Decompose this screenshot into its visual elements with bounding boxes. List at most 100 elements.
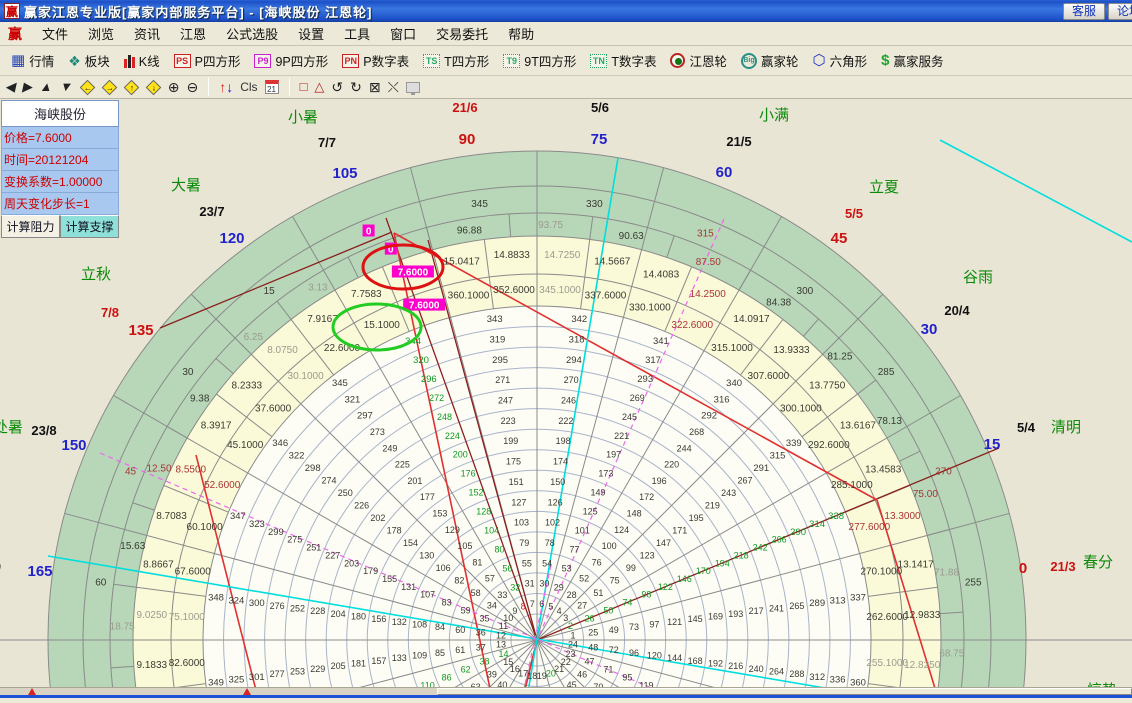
calc-resistance-button[interactable]: 计算阻力: [1, 215, 60, 238]
winner-wheel-button[interactable]: Big赢家轮: [734, 49, 806, 72]
shift-right-icon[interactable]: →: [101, 79, 117, 95]
svg-text:76: 76: [592, 557, 602, 567]
svg-text:300: 300: [797, 286, 814, 297]
svg-text:108: 108: [412, 620, 427, 630]
svg-text:15.1000: 15.1000: [364, 320, 401, 331]
svg-text:23/7: 23/7: [199, 204, 224, 219]
svg-text:6.25: 6.25: [244, 332, 264, 343]
svg-text:7/7: 7/7: [318, 135, 336, 150]
svg-text:325: 325: [228, 675, 244, 686]
customer-service-button[interactable]: 客服: [1063, 3, 1105, 20]
scroll-marker-icon: [243, 688, 251, 695]
t-square-button[interactable]: TST四方形: [416, 49, 496, 72]
svg-text:75.1000: 75.1000: [169, 612, 206, 623]
svg-text:128: 128: [476, 507, 491, 517]
svg-text:147: 147: [656, 538, 671, 548]
stock-name: 海峡股份: [1, 100, 119, 127]
square-draw-icon[interactable]: □: [300, 78, 308, 96]
svg-text:295: 295: [492, 355, 508, 366]
svg-text:153: 153: [432, 509, 447, 519]
monitor-icon[interactable]: [406, 82, 420, 93]
cls-button[interactable]: Cls: [240, 78, 257, 96]
svg-text:169: 169: [708, 612, 723, 622]
menu-gann[interactable]: 江恩: [170, 21, 216, 46]
svg-text:200: 200: [453, 450, 468, 460]
svg-text:121: 121: [667, 617, 682, 627]
svg-text:14.0917: 14.0917: [733, 314, 770, 325]
svg-text:90: 90: [459, 131, 476, 148]
menu-settings[interactable]: 设置: [288, 21, 334, 46]
updown-arrows-icon[interactable]: ↑↓: [219, 78, 233, 96]
svg-text:47: 47: [584, 657, 594, 667]
calendar-icon[interactable]: 21: [265, 80, 279, 94]
svg-text:14.4083: 14.4083: [643, 270, 680, 281]
svg-text:124: 124: [614, 525, 629, 535]
horizontal-scrollbar[interactable]: [0, 687, 1132, 695]
zoom-in-icon[interactable]: ⊕: [168, 78, 180, 96]
svg-text:340: 340: [726, 378, 742, 389]
menu-trade[interactable]: 交易委托: [426, 21, 498, 46]
parameter-panel: 海峡股份 价格=7.6000 时间=20121204 变换系数=1.00000 …: [1, 100, 119, 238]
menu-file[interactable]: 文件: [32, 21, 78, 46]
shift-left-icon[interactable]: ←: [79, 79, 95, 95]
zoom-out-icon[interactable]: ⊖: [186, 78, 198, 96]
page-down-icon[interactable]: ▼: [58, 78, 75, 96]
menu-bar: 赢 文件 浏览 资讯 江恩 公式选股 设置 工具 窗口 交易委托 帮助: [0, 22, 1132, 46]
gann-wheel-button[interactable]: 江恩轮: [663, 49, 734, 72]
scrollbar-thumb[interactable]: [437, 688, 1132, 695]
calc-support-button[interactable]: 计算支撑: [60, 215, 119, 238]
gann-wheel-svg[interactable]: 0153045607524025527028530031533034503.13…: [0, 99, 1132, 698]
menu-formula-select[interactable]: 公式选股: [216, 21, 288, 46]
svg-text:131: 131: [401, 582, 416, 592]
svg-text:97: 97: [649, 620, 659, 630]
svg-text:33: 33: [497, 590, 507, 600]
rotate-cw-icon[interactable]: ↻: [350, 78, 362, 96]
svg-text:155: 155: [382, 574, 397, 584]
svg-text:29: 29: [554, 583, 564, 593]
title-bar: 赢 赢家江恩专业版[赢家内部服务平台] - [海峡股份 江恩轮] 客服 论坛: [0, 0, 1132, 22]
gann-wheel-chart[interactable]: 0153045607524025527028530031533034503.13…: [0, 99, 1132, 698]
menu-browse[interactable]: 浏览: [78, 21, 124, 46]
hexagon-button[interactable]: ⬡六角形: [806, 49, 875, 72]
menu-window[interactable]: 窗口: [380, 21, 426, 46]
svg-text:226: 226: [354, 500, 369, 510]
box-x-icon[interactable]: ⊠: [369, 78, 381, 96]
next-arrow-icon[interactable]: ▶: [21, 78, 35, 96]
svg-text:264: 264: [769, 667, 784, 677]
quotes-button[interactable]: ▦行情: [4, 49, 61, 72]
svg-text:222: 222: [558, 416, 573, 426]
forum-button[interactable]: 论坛: [1108, 3, 1132, 20]
winner-service-button[interactable]: $赢家服务: [874, 49, 950, 72]
svg-text:27: 27: [577, 600, 587, 610]
svg-text:34: 34: [487, 600, 497, 610]
shift-down-icon[interactable]: ↓: [145, 79, 161, 95]
svg-text:93.75: 93.75: [538, 220, 563, 231]
target-icon: [670, 53, 685, 68]
svg-text:8.0750: 8.0750: [267, 345, 298, 356]
svg-text:109: 109: [412, 651, 427, 661]
svg-text:133: 133: [392, 653, 407, 663]
shift-up-icon[interactable]: ↑: [123, 79, 139, 95]
svg-text:276: 276: [270, 601, 285, 611]
menu-tools[interactable]: 工具: [334, 21, 380, 46]
triangle-draw-icon[interactable]: △: [314, 78, 324, 96]
svg-text:330.1000: 330.1000: [629, 303, 671, 314]
menu-help[interactable]: 帮助: [498, 21, 544, 46]
prev-arrow-icon[interactable]: ◀: [4, 78, 18, 96]
t-number-table-button[interactable]: TNT数字表: [583, 49, 663, 72]
svg-text:268: 268: [689, 427, 704, 437]
menu-news[interactable]: 资讯: [124, 21, 170, 46]
p9-square-button[interactable]: P99P四方形: [247, 49, 335, 72]
svg-text:273: 273: [370, 427, 385, 437]
p-number-table-button[interactable]: PNP数字表: [335, 49, 416, 72]
t9-square-button[interactable]: T99T四方形: [496, 49, 583, 72]
page-up-icon[interactable]: ▲: [38, 78, 55, 96]
kline-button[interactable]: K线: [117, 49, 167, 72]
svg-text:342: 342: [571, 314, 587, 325]
p-square-button[interactable]: PSP四方形: [167, 49, 248, 72]
svg-text:12.50: 12.50: [146, 464, 171, 475]
rotate-ccw-icon[interactable]: ↺: [331, 78, 343, 96]
sectors-button[interactable]: ❖板块: [61, 49, 117, 72]
svg-text:100: 100: [602, 541, 617, 551]
collapse-icon[interactable]: ⤬: [388, 78, 399, 96]
